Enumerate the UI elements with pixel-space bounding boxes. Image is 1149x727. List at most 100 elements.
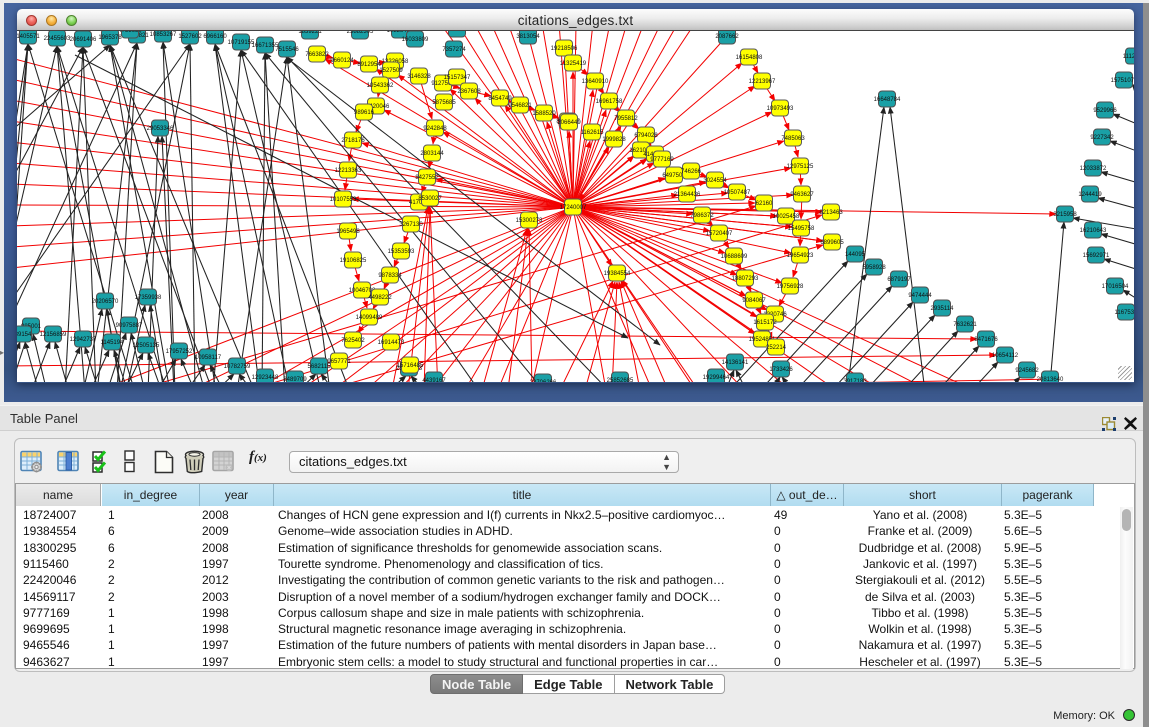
svg-text:15157347: 15157347 xyxy=(444,75,471,81)
svg-text:3917183: 3917183 xyxy=(843,379,867,382)
svg-text:10958117: 10958117 xyxy=(195,355,222,361)
svg-text:2066449: 2066449 xyxy=(557,120,581,126)
svg-text:16961758: 16961758 xyxy=(596,99,623,105)
svg-text:6966160: 6966160 xyxy=(203,34,227,40)
svg-text:12942737: 12942737 xyxy=(70,337,97,343)
svg-text:23706266: 23706266 xyxy=(530,380,557,382)
svg-text:5958928: 5958928 xyxy=(862,265,886,271)
svg-text:1145194: 1145194 xyxy=(101,340,125,346)
svg-text:12923448: 12923448 xyxy=(252,375,279,381)
svg-text:7625402: 7625402 xyxy=(341,338,365,344)
svg-text:22455603: 22455603 xyxy=(44,36,71,42)
svg-text:1162615: 1162615 xyxy=(581,130,605,136)
svg-text:29053346: 29053346 xyxy=(147,126,174,132)
svg-text:14136141: 14136141 xyxy=(722,360,749,366)
svg-text:4439167: 4439167 xyxy=(422,378,446,382)
svg-text:9878334: 9878334 xyxy=(378,273,402,279)
svg-text:9657771: 9657771 xyxy=(327,359,351,365)
svg-text:10782759: 10782759 xyxy=(224,364,251,370)
svg-text:8213463: 8213463 xyxy=(819,210,843,216)
svg-text:25882305: 25882305 xyxy=(347,31,374,35)
svg-text:8454749: 8454749 xyxy=(488,96,512,102)
svg-text:9227342: 9227342 xyxy=(1090,135,1114,141)
svg-text:18807293: 18807293 xyxy=(732,276,759,282)
svg-text:7955812: 7955812 xyxy=(614,116,638,122)
svg-text:12156859: 12156859 xyxy=(40,332,67,338)
svg-text:17240007: 17240007 xyxy=(560,205,587,211)
svg-text:15300273: 15300273 xyxy=(516,218,543,224)
svg-text:1839221: 1839221 xyxy=(298,31,322,35)
svg-text:1615172: 1615172 xyxy=(753,320,777,326)
svg-text:8912954: 8912954 xyxy=(357,62,381,68)
svg-text:15495758: 15495758 xyxy=(788,226,815,232)
svg-text:8471676: 8471676 xyxy=(974,337,998,343)
svg-text:19384554: 19384554 xyxy=(604,271,631,277)
svg-text:16914473: 16914473 xyxy=(378,340,405,346)
svg-text:6794028: 6794028 xyxy=(634,133,658,139)
svg-text:16033809: 16033809 xyxy=(402,37,429,43)
svg-text:21364436: 21364436 xyxy=(674,192,701,198)
svg-text:252214: 252214 xyxy=(766,345,787,351)
svg-text:17957252: 17957252 xyxy=(166,349,193,355)
svg-text:1527602: 1527602 xyxy=(178,34,202,40)
svg-text:7632621: 7632621 xyxy=(953,322,977,328)
svg-text:1999828: 1999828 xyxy=(602,137,626,143)
svg-text:2935114: 2935114 xyxy=(931,306,955,312)
svg-text:2087662: 2087662 xyxy=(715,34,739,40)
svg-text:9529966: 9529966 xyxy=(1093,108,1117,114)
svg-text:12505135: 12505135 xyxy=(133,343,160,349)
svg-text:5875685: 5875685 xyxy=(432,100,456,106)
svg-text:2718176: 2718176 xyxy=(341,138,365,144)
svg-text:1527509: 1527509 xyxy=(379,68,403,74)
svg-text:10025458: 10025458 xyxy=(773,214,800,220)
svg-text:746266: 746266 xyxy=(681,169,702,175)
svg-text:17359938: 17359938 xyxy=(135,295,162,301)
svg-text:3024554: 3024554 xyxy=(703,178,727,184)
svg-text:14099489: 14099489 xyxy=(356,315,383,321)
svg-text:19654923: 19654923 xyxy=(787,253,814,259)
svg-text:13640910: 13640910 xyxy=(582,79,609,85)
svg-text:62160: 62160 xyxy=(756,201,773,207)
svg-text:16210643: 16210643 xyxy=(1080,228,1107,234)
svg-text:6899605: 6899605 xyxy=(820,240,844,246)
svg-text:1167534: 1167534 xyxy=(1115,310,1134,316)
svg-text:10853267: 10853267 xyxy=(150,32,177,38)
svg-text:9777169: 9777169 xyxy=(650,157,674,163)
svg-text:989616: 989616 xyxy=(354,110,375,116)
svg-text:15353593: 15353593 xyxy=(388,249,415,255)
svg-text:19299464: 19299464 xyxy=(703,375,730,381)
svg-text:144095: 144095 xyxy=(845,252,866,258)
svg-text:4498222: 4498222 xyxy=(368,295,392,301)
svg-text:12975125: 12975125 xyxy=(787,164,814,170)
svg-text:10688609: 10688609 xyxy=(721,254,748,260)
svg-text:8530027: 8530027 xyxy=(418,196,442,202)
svg-text:7515546: 7515546 xyxy=(275,47,299,53)
svg-text:7485063: 7485063 xyxy=(781,136,805,142)
svg-text:11325419: 11325419 xyxy=(560,61,587,67)
svg-text:9474444: 9474444 xyxy=(908,293,932,299)
svg-text:4735650: 4735650 xyxy=(118,31,142,34)
svg-text:19106825: 19106825 xyxy=(340,258,367,264)
svg-text:10507487: 10507487 xyxy=(724,190,751,196)
svg-text:10543362: 10543362 xyxy=(367,83,394,89)
svg-text:7357274: 7357274 xyxy=(442,47,466,53)
svg-text:3267130: 3267130 xyxy=(399,222,423,228)
svg-text:9245682: 9245682 xyxy=(1015,368,1039,374)
svg-text:9660124: 9660124 xyxy=(330,58,354,64)
svg-text:16154808: 16154808 xyxy=(736,55,763,61)
svg-text:9242848: 9242848 xyxy=(423,126,447,132)
svg-text:17016504: 17016504 xyxy=(1102,284,1129,290)
svg-text:10654112: 10654112 xyxy=(992,353,1019,359)
svg-text:9217207: 9217207 xyxy=(445,31,469,33)
svg-text:6879197: 6879197 xyxy=(887,277,911,283)
svg-text:9463627: 9463627 xyxy=(790,192,814,198)
svg-text:7663822: 7663822 xyxy=(305,52,329,58)
svg-text:12213967: 12213967 xyxy=(749,79,776,85)
svg-text:1965498: 1965498 xyxy=(336,229,360,235)
svg-text:9546821: 9546821 xyxy=(508,103,532,109)
svg-text:2367608: 2367608 xyxy=(457,89,481,95)
svg-text:15692971: 15692971 xyxy=(1083,253,1110,259)
svg-text:39154: 39154 xyxy=(17,332,32,338)
svg-text:3215958: 3215958 xyxy=(1053,212,1077,218)
svg-text:25852685: 25852685 xyxy=(607,378,634,382)
